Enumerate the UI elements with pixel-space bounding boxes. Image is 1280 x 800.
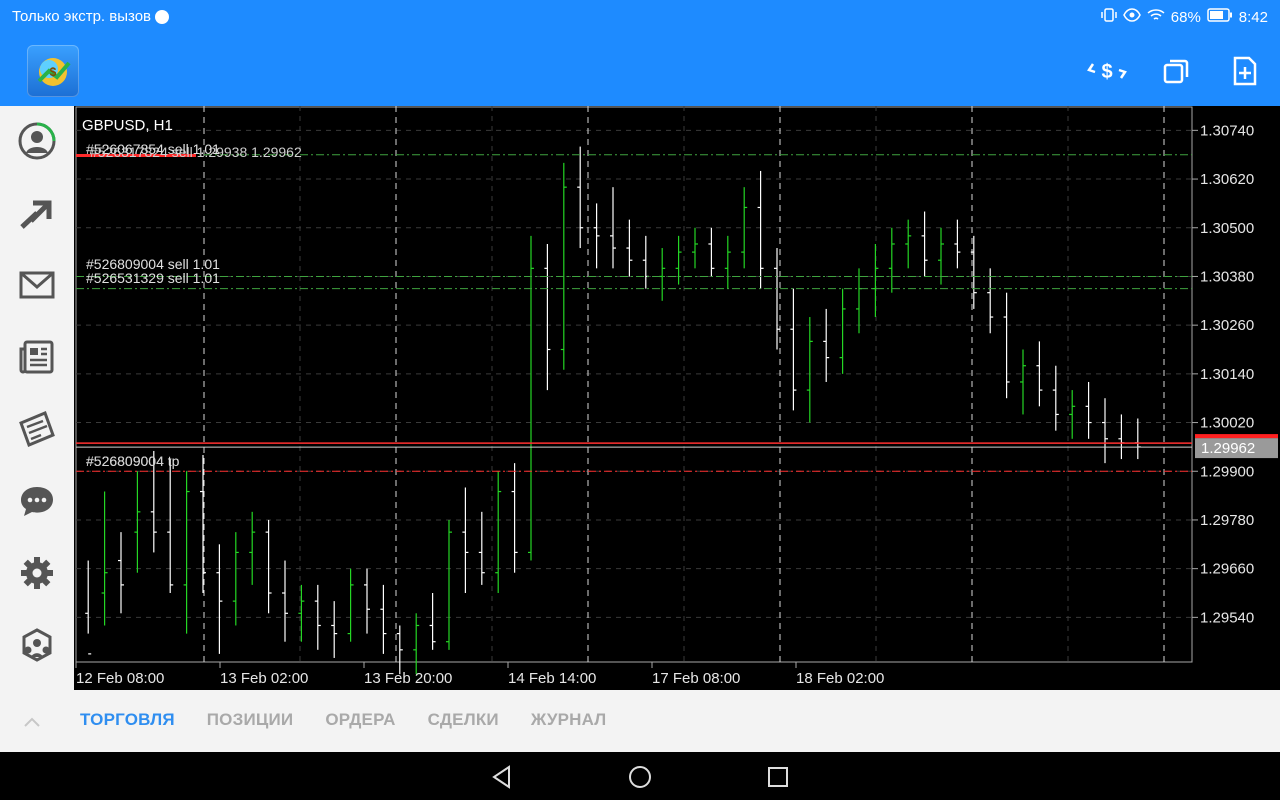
chat-icon bbox=[19, 484, 55, 523]
sidebar-item-chat[interactable] bbox=[0, 473, 74, 533]
chart-grid bbox=[76, 106, 1192, 662]
order-levels bbox=[76, 154, 1192, 472]
y-tick-label: 1.29780 bbox=[1200, 512, 1254, 529]
y-tick-label: 1.30020 bbox=[1200, 415, 1254, 432]
x-tick-label: 13 Feb 20:00 bbox=[364, 670, 452, 687]
trade-icon bbox=[17, 193, 57, 238]
sidebar bbox=[0, 106, 74, 690]
chart-canvas[interactable]: 1.30740 1.30620 1.30500 1.30380 1.30260 1.301… bbox=[74, 106, 1280, 690]
app-logo[interactable]: $ bbox=[27, 45, 79, 97]
tab-positions[interactable]: ПОЗИЦИИ bbox=[207, 710, 294, 730]
order-label-top-overlap: #526317824 sell 1.29938 1.29962 bbox=[90, 144, 302, 160]
x-tick-label: 18 Feb 02:00 bbox=[796, 670, 884, 687]
wifi-icon bbox=[1147, 7, 1165, 27]
community-icon bbox=[17, 627, 57, 668]
y-tick-label: 1.30500 bbox=[1200, 220, 1254, 237]
news-icon bbox=[19, 339, 55, 380]
y-tick-label: 1.30620 bbox=[1200, 171, 1254, 188]
x-tick-label: 17 Feb 08:00 bbox=[652, 670, 740, 687]
order-label-mid2: #526531329 sell 1.01 bbox=[86, 270, 220, 286]
telegram-icon bbox=[155, 9, 170, 24]
sidebar-item-community[interactable] bbox=[0, 617, 74, 677]
price-axis: 1.30740 1.30620 1.30500 1.30380 1.30260 1.301… bbox=[1192, 122, 1254, 626]
tab-journal[interactable]: ЖУРНАЛ bbox=[531, 710, 607, 730]
x-tick-label: 12 Feb 08:00 bbox=[76, 670, 164, 687]
new-order-icon[interactable] bbox=[1225, 51, 1265, 91]
tab-deals[interactable]: СДЕЛКИ bbox=[428, 710, 499, 730]
chevron-up-icon[interactable] bbox=[18, 708, 46, 736]
home-icon[interactable] bbox=[625, 762, 655, 792]
y-tick-label: 1.29540 bbox=[1200, 609, 1254, 626]
mail-icon bbox=[19, 270, 55, 305]
bid-price-box-accent bbox=[1195, 434, 1278, 439]
bottom-tab-bar: ТОРГОВЛЯ ПОЗИЦИИ ОРДЕРА СДЕЛКИ ЖУРНАЛ bbox=[0, 690, 1280, 752]
carrier-text: Только экстр. вызов bbox=[12, 8, 152, 25]
battery-icon bbox=[1207, 8, 1233, 26]
back-icon[interactable] bbox=[487, 762, 517, 792]
settings-icon bbox=[19, 555, 55, 596]
svg-text:$: $ bbox=[50, 65, 57, 79]
sidebar-item-calendar[interactable] bbox=[0, 401, 74, 461]
chart-symbol-label: GBPUSD, H1 bbox=[82, 117, 173, 134]
candles bbox=[85, 146, 1141, 675]
clock: 8:42 bbox=[1238, 8, 1268, 26]
order-label-tp-overlap: #526809004 bbox=[86, 453, 164, 469]
y-tick-label: 1.29900 bbox=[1200, 463, 1254, 480]
time-axis: 12 Feb 08:00 13 Feb 02:00 13 Feb 20:00 14 F… bbox=[75, 662, 884, 687]
status-bar: Только экстр. вызов 68% 8:42 bbox=[0, 0, 1280, 36]
sidebar-item-accounts[interactable] bbox=[0, 113, 74, 173]
plot-border bbox=[75, 106, 1193, 663]
svg-text:$: $ bbox=[1101, 61, 1112, 83]
price-chart[interactable]: 1.30740 1.30620 1.30500 1.30380 1.30260 1.301… bbox=[74, 106, 1280, 690]
eye-icon bbox=[1122, 7, 1141, 27]
sidebar-item-news[interactable] bbox=[0, 329, 74, 389]
y-tick-label: 1.29660 bbox=[1200, 561, 1254, 578]
app-bar: $ $ bbox=[0, 36, 1280, 106]
windows-icon[interactable] bbox=[1156, 51, 1196, 91]
sidebar-item-trade[interactable] bbox=[0, 185, 74, 245]
y-tick-label: 1.30260 bbox=[1200, 317, 1254, 334]
y-tick-label: 1.30140 bbox=[1200, 366, 1254, 383]
x-tick-label: 14 Feb 14:00 bbox=[508, 670, 596, 687]
account-icon bbox=[17, 121, 57, 166]
sidebar-item-settings[interactable] bbox=[0, 545, 74, 605]
tag-icon bbox=[17, 409, 57, 454]
y-tick-label: 1.30380 bbox=[1200, 268, 1254, 285]
battery-percent: 68% bbox=[1170, 8, 1201, 26]
trade-exchange-icon[interactable]: $ bbox=[1087, 51, 1127, 91]
tab-trade[interactable]: ТОРГОВЛЯ bbox=[80, 710, 175, 730]
bid-price-label: 1.29962 bbox=[1201, 440, 1255, 457]
sidebar-item-mail[interactable] bbox=[0, 257, 74, 317]
tab-orders[interactable]: ОРДЕРА bbox=[325, 710, 395, 730]
vibrate-icon bbox=[1101, 7, 1117, 27]
x-tick-label: 13 Feb 02:00 bbox=[220, 670, 308, 687]
y-tick-label: 1.30740 bbox=[1200, 122, 1254, 139]
system-nav-bar bbox=[0, 752, 1280, 800]
recents-icon[interactable] bbox=[763, 762, 793, 792]
